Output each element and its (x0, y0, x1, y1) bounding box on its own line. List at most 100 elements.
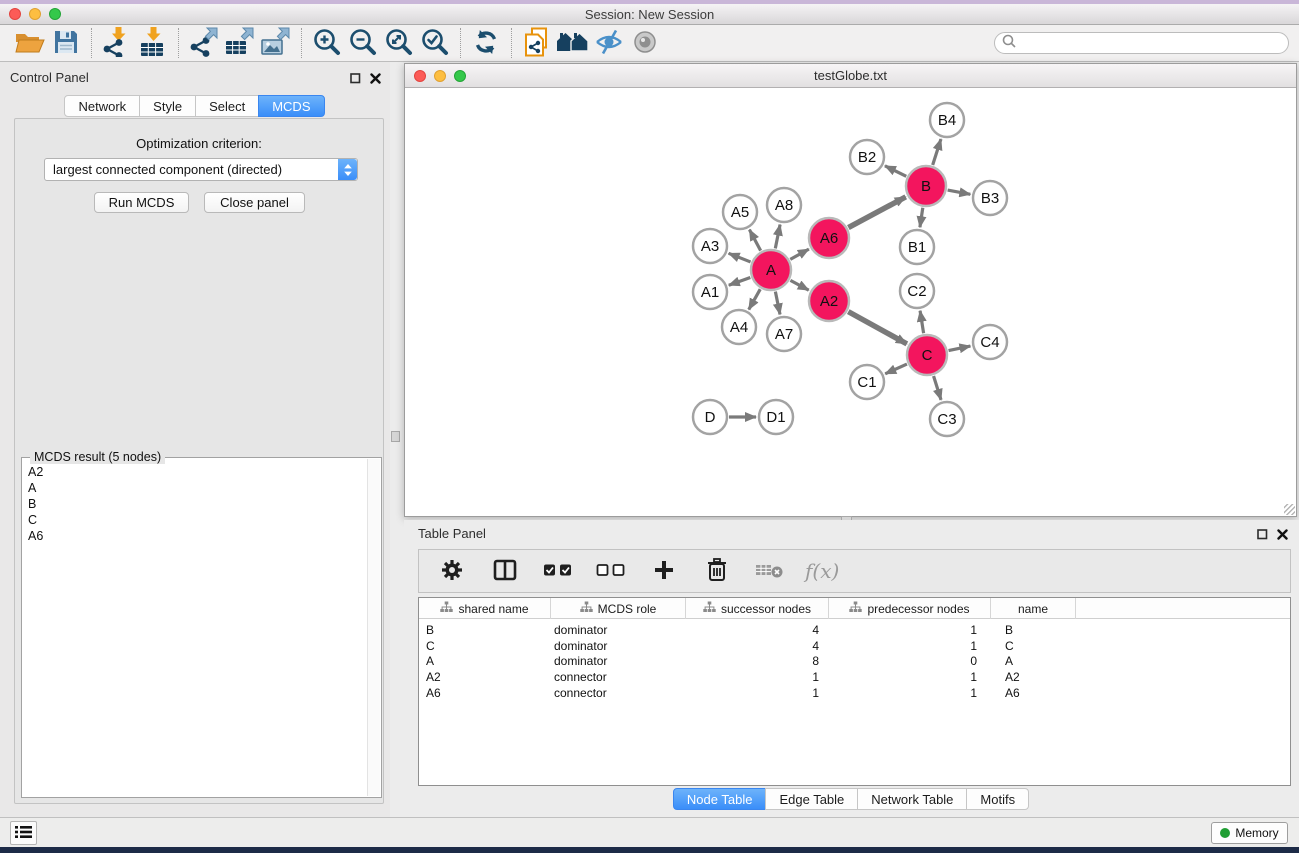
graph-edge-A-A8[interactable] (775, 225, 780, 249)
function-builder-icon[interactable]: f(x) (805, 559, 839, 583)
table-cell[interactable]: 4 (686, 639, 829, 653)
mcds-result-item[interactable]: C (23, 512, 366, 528)
graph-node-C[interactable]: C (907, 335, 947, 375)
table-cell[interactable]: A (991, 654, 1076, 668)
graph-edge-B-B1[interactable] (920, 208, 923, 227)
table-cell[interactable]: 1 (829, 686, 991, 700)
zoom-out-button[interactable] (345, 26, 381, 60)
show-details-button[interactable] (627, 26, 663, 60)
zoom-in-button[interactable] (309, 26, 345, 60)
criterion-select[interactable]: largest connected component (directed) (44, 158, 358, 181)
graph-node-B[interactable]: B (906, 166, 946, 206)
graph-node-A[interactable]: A (751, 250, 791, 290)
table-cell[interactable]: connector (551, 686, 686, 700)
graph-edge-A-A4[interactable] (749, 289, 760, 309)
table-cell[interactable]: B (991, 623, 1076, 637)
graph-node-A3[interactable]: A3 (693, 229, 727, 263)
table-cell[interactable]: C (419, 639, 551, 653)
tab-network[interactable]: Network (64, 95, 140, 117)
close-table-panel-icon[interactable] (1275, 527, 1289, 541)
graph-node-B1[interactable]: B1 (900, 230, 934, 264)
table-cell[interactable]: A (419, 654, 551, 668)
graph-node-A1[interactable]: A1 (693, 275, 727, 309)
table-row[interactable]: A2connector11A2 (419, 669, 1290, 685)
table-cell[interactable]: A6 (419, 686, 551, 700)
graph-edge-C-C4[interactable] (949, 346, 971, 351)
close-panel-icon[interactable] (368, 71, 382, 85)
table-cell[interactable]: C (991, 639, 1076, 653)
graph-edge-A-A2[interactable] (790, 280, 808, 290)
clone-network-button[interactable] (519, 26, 555, 60)
table-cell[interactable]: dominator (551, 639, 686, 653)
graph-node-A7[interactable]: A7 (767, 317, 801, 351)
table-cell[interactable]: dominator (551, 623, 686, 637)
table-row[interactable]: Cdominator41C (419, 638, 1290, 654)
export-network-button[interactable] (186, 26, 222, 60)
search-input[interactable] (1020, 34, 1288, 52)
graph-node-A5[interactable]: A5 (723, 195, 757, 229)
graph-edge-A-A7[interactable] (775, 292, 780, 315)
vertical-split-handle[interactable] (391, 431, 400, 442)
table-settings-button[interactable] (434, 554, 470, 588)
mcds-result-item[interactable]: A2 (23, 464, 366, 480)
result-scrollbar[interactable] (367, 459, 380, 796)
column-header-name[interactable]: name (991, 598, 1076, 619)
select-all-button[interactable] (540, 554, 576, 588)
graph-edge-C-C3[interactable] (934, 376, 941, 400)
graph-node-D[interactable]: D (693, 400, 727, 434)
graph-edge-A-A6[interactable] (790, 249, 809, 259)
deselect-all-button[interactable] (593, 554, 629, 588)
tab-edge-table[interactable]: Edge Table (765, 788, 858, 810)
table-cell[interactable]: B (419, 623, 551, 637)
table-cell[interactable]: 0 (829, 654, 991, 668)
column-header-mcds-role[interactable]: MCDS role (551, 598, 686, 619)
graph-node-A4[interactable]: A4 (722, 310, 756, 344)
graph-node-A2[interactable]: A2 (809, 281, 849, 321)
window-resize-grip[interactable] (1284, 504, 1295, 515)
network-window-titlebar[interactable]: testGlobe.txt (405, 64, 1296, 88)
delete-columns-button[interactable] (699, 554, 735, 588)
table-cell[interactable]: 1 (686, 686, 829, 700)
graph-edge-A-A1[interactable] (729, 277, 750, 285)
close-panel-button[interactable]: Close panel (204, 192, 305, 213)
hide-details-button[interactable] (591, 26, 627, 60)
graph-node-A8[interactable]: A8 (767, 188, 801, 222)
graph-node-B2[interactable]: B2 (850, 140, 884, 174)
graph-edge-C-C1[interactable] (885, 364, 907, 374)
graph-node-B3[interactable]: B3 (973, 181, 1007, 215)
graph-edge-B-B4[interactable] (933, 139, 941, 165)
mcds-result-item[interactable]: A (23, 480, 366, 496)
table-cell[interactable]: 1 (829, 670, 991, 684)
table-cell[interactable]: 1 (829, 639, 991, 653)
table-cell[interactable]: 4 (686, 623, 829, 637)
table-cell[interactable]: A6 (991, 686, 1076, 700)
graph-node-C2[interactable]: C2 (900, 274, 934, 308)
add-column-button[interactable] (646, 554, 682, 588)
show-columns-button[interactable] (487, 554, 523, 588)
column-header-predecessor-nodes[interactable]: predecessor nodes (829, 598, 991, 619)
table-cell[interactable]: 8 (686, 654, 829, 668)
table-cell[interactable]: A2 (991, 670, 1076, 684)
graph-node-C1[interactable]: C1 (850, 365, 884, 399)
search-field[interactable] (994, 32, 1289, 54)
export-image-button[interactable] (258, 26, 294, 60)
graph-node-A6[interactable]: A6 (809, 218, 849, 258)
float-panel-icon[interactable] (348, 71, 362, 85)
table-cell[interactable]: 1 (829, 623, 991, 637)
export-table-button[interactable] (222, 26, 258, 60)
graph-edge-A-A3[interactable] (729, 253, 751, 262)
tab-style[interactable]: Style (139, 95, 196, 117)
table-cell[interactable]: 1 (686, 670, 829, 684)
table-cell[interactable]: dominator (551, 654, 686, 668)
import-table-button[interactable] (135, 26, 171, 60)
import-network-button[interactable] (99, 26, 135, 60)
tab-mcds[interactable]: MCDS (258, 95, 324, 117)
graph-edge-B-B2[interactable] (885, 166, 906, 176)
save-session-button[interactable] (48, 26, 84, 60)
column-header-shared-name[interactable]: shared name (419, 598, 551, 619)
tab-motifs[interactable]: Motifs (966, 788, 1029, 810)
column-header-successor-nodes[interactable]: successor nodes (686, 598, 829, 619)
tab-node-table[interactable]: Node Table (673, 788, 767, 810)
graph-edge-B-B3[interactable] (948, 190, 971, 194)
graph-node-C3[interactable]: C3 (930, 402, 964, 436)
